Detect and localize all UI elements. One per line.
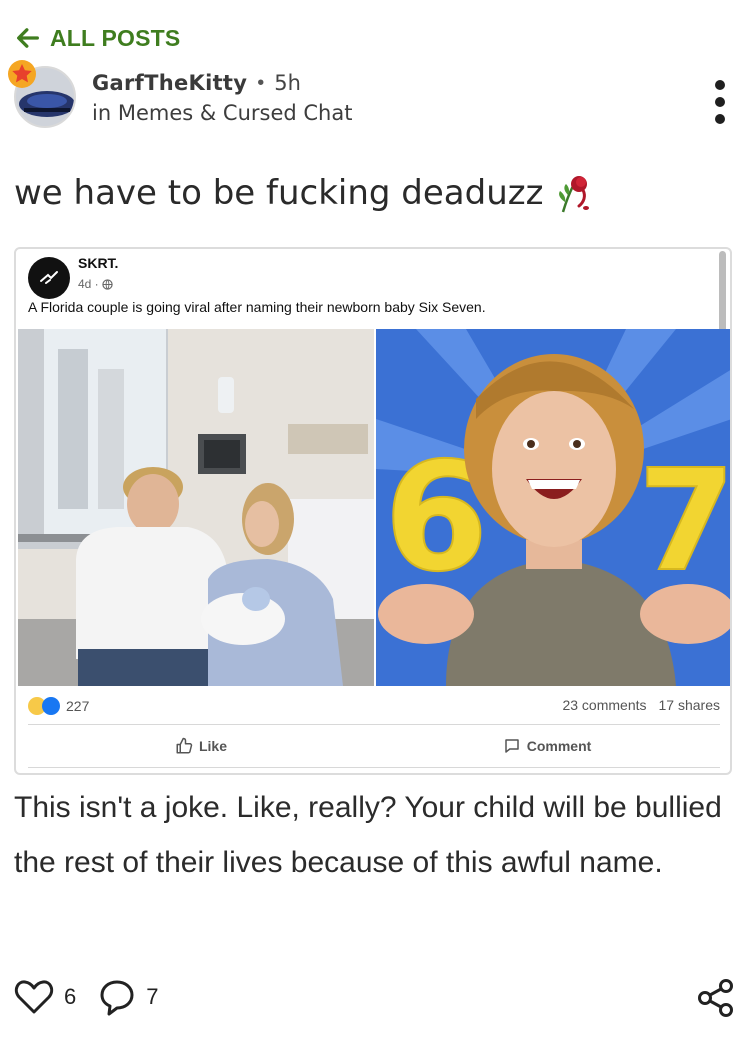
author-avatar[interactable] [8, 60, 78, 130]
embed-comment-label: Comment [526, 738, 592, 754]
post-actions: 6 7 [14, 978, 736, 1017]
post-time: 5h [274, 71, 301, 95]
reaction-icons[interactable] [28, 697, 60, 715]
share-button[interactable] [696, 978, 736, 1023]
embed-time: 4d · [78, 277, 99, 291]
page-name: SKRT. [78, 255, 119, 271]
separator-dot: • [257, 71, 265, 94]
reaction-count: 227 [66, 698, 90, 714]
more-options-icon[interactable] [715, 80, 725, 124]
page-avatar [28, 257, 70, 299]
all-posts-label: ALL POSTS [50, 24, 181, 51]
hospital-couple-photo [18, 329, 374, 686]
embed-comment-count: 23 comments [562, 697, 647, 713]
author-username[interactable]: GarfTheKitty [92, 71, 247, 95]
post-title-row: we have to be fucking deaduzz [14, 172, 595, 214]
post-title: we have to be fucking deaduzz [14, 173, 544, 213]
embed-caption: A Florida couple is going viral after na… [28, 299, 486, 315]
embedded-screenshot[interactable]: SKRT. 4d · A Florida couple is going vir… [14, 247, 732, 775]
embed-divider-bottom [28, 767, 720, 768]
embed-like-label: Like [198, 738, 227, 754]
embed-divider [28, 724, 720, 725]
share-icon [698, 979, 733, 1017]
comment-bubble-icon [504, 739, 519, 753]
like-button[interactable]: 6 [14, 979, 76, 1015]
comment-button[interactable]: 7 [98, 978, 159, 1016]
post-author-header: GarfTheKitty • 5h in Memes & Cursed Chat [8, 60, 352, 130]
heart-icon [14, 980, 54, 1014]
arrow-left-icon [17, 28, 39, 48]
comment-count: 7 [146, 984, 159, 1009]
like-count: 6 [64, 984, 77, 1009]
digit-seven: 7 [638, 440, 732, 603]
globe-icon [102, 278, 113, 290]
embed-share-count: 17 shares [658, 697, 720, 713]
community-link[interactable]: in Memes & Cursed Chat [92, 101, 352, 125]
thumbs-up-icon [176, 737, 193, 754]
post-body: This isn't a joke. Like, really? Your ch… [14, 791, 722, 879]
boy-six-seven-photo: 6 7 [376, 329, 732, 686]
embed-like-button[interactable]: Like [28, 737, 374, 755]
star-badge-icon [8, 60, 36, 88]
embed-comment-button[interactable]: Comment [374, 737, 720, 755]
comment-icon [100, 980, 134, 1016]
all-posts-link[interactable]: ALL POSTS [14, 24, 180, 52]
wilted-rose-icon [559, 176, 590, 213]
